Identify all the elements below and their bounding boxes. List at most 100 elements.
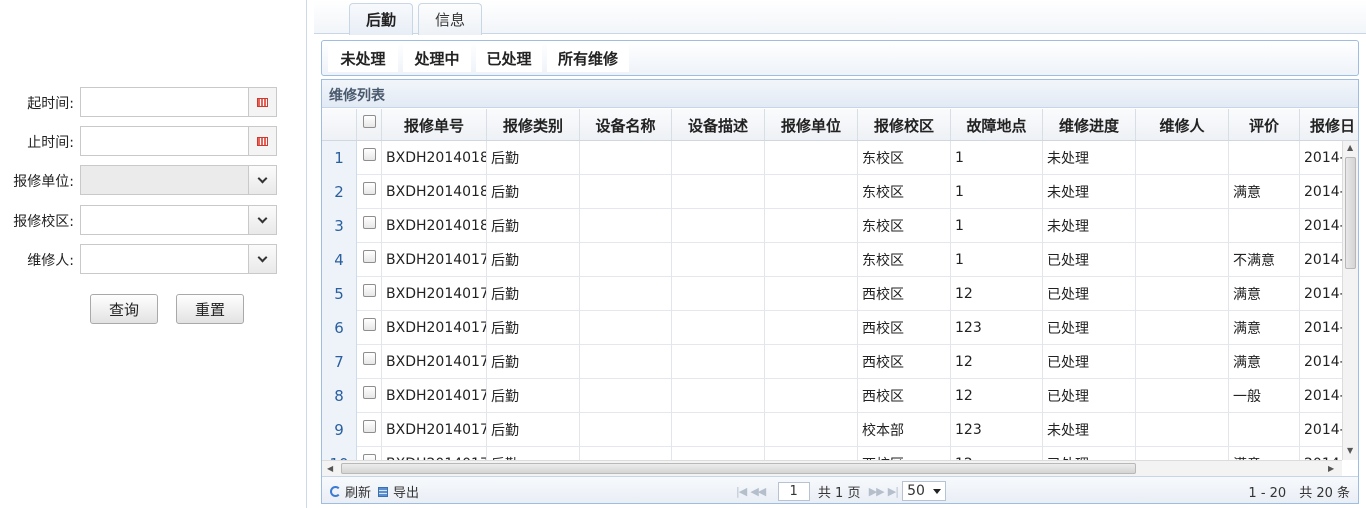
order-number-cell: BXDH2014017 <box>382 311 487 345</box>
row-checkbox[interactable] <box>357 311 382 345</box>
scroll-down-icon[interactable]: ▼ <box>1347 446 1353 455</box>
export-button[interactable]: 导出 <box>378 482 419 501</box>
report-date-cell: 2014- <box>1300 209 1342 243</box>
tab-logistics[interactable]: 后勤 <box>349 3 413 35</box>
horizontal-scroll-thumb[interactable] <box>341 463 1136 474</box>
status-button-processing[interactable]: 处理中 <box>403 44 471 72</box>
end-time-row: 止时间: <box>0 126 300 156</box>
row-number: 3 <box>322 209 357 243</box>
category-cell: 后勤 <box>487 243 580 277</box>
location-cell: 123 <box>951 311 1043 345</box>
vertical-scroll-thumb[interactable] <box>1345 157 1356 269</box>
scroll-left-icon[interactable]: ◀ <box>327 464 333 473</box>
col-rating[interactable]: 评价 <box>1229 109 1300 140</box>
col-category[interactable]: 报修类别 <box>487 109 580 140</box>
col-device-name[interactable]: 设备名称 <box>580 109 672 140</box>
table-row[interactable]: 8 BXDH2014017 后勤 西校区 12 已处理 一般 2014- <box>322 379 1342 413</box>
col-campus[interactable]: 报修校区 <box>858 109 951 140</box>
row-checkbox[interactable] <box>357 175 382 209</box>
order-number-cell: BXDH2014018 <box>382 175 487 209</box>
select-all-checkbox[interactable] <box>357 109 382 140</box>
rating-cell <box>1229 209 1300 243</box>
prev-page-icon[interactable]: ◀◀ <box>750 485 766 498</box>
reset-button[interactable]: 重置 <box>176 294 244 324</box>
repairer-row: 维修人: <box>0 244 300 274</box>
campus-select[interactable] <box>80 205 277 235</box>
scroll-right-icon[interactable]: ▶ <box>1328 464 1334 473</box>
row-checkbox[interactable] <box>357 345 382 379</box>
device-name-cell <box>580 243 672 277</box>
location-cell: 12 <box>951 379 1043 413</box>
export-label[interactable]: 导出 <box>393 482 419 501</box>
row-checkbox[interactable] <box>357 243 382 277</box>
table-row[interactable]: 7 BXDH2014017 后勤 西校区 12 已处理 满意 2014- <box>322 345 1342 379</box>
unit-cell <box>765 141 858 175</box>
category-cell: 后勤 <box>487 345 580 379</box>
order-number-cell: BXDH2014017 <box>382 345 487 379</box>
progress-cell: 已处理 <box>1043 311 1136 345</box>
row-checkbox[interactable] <box>357 447 382 460</box>
table-row[interactable]: 6 BXDH2014017 后勤 西校区 123 已处理 满意 2014- <box>322 311 1342 345</box>
refresh-label[interactable]: 刷新 <box>345 482 371 501</box>
progress-cell: 已处理 <box>1043 243 1136 277</box>
report-date-cell: 2014- <box>1300 243 1342 277</box>
unit-label: 报修单位: <box>13 174 74 190</box>
repairer-cell <box>1136 379 1229 413</box>
col-order-number[interactable]: 报修单号 <box>382 109 487 140</box>
table-row[interactable]: 9 BXDH2014017 后勤 校本部 123 未处理 2014- <box>322 413 1342 447</box>
chevron-down-icon[interactable] <box>248 245 276 273</box>
unit-cell <box>765 311 858 345</box>
col-progress[interactable]: 维修进度 <box>1043 109 1136 140</box>
start-time-row: 起时间: <box>0 87 300 117</box>
row-checkbox[interactable] <box>357 413 382 447</box>
next-page-icon[interactable]: ▶▶ <box>869 485 885 498</box>
table-row[interactable]: 3 BXDH2014018 后勤 东校区 1 未处理 2014- <box>322 209 1342 243</box>
page-number-input[interactable]: 1 <box>777 481 810 501</box>
chevron-down-icon[interactable] <box>248 206 276 234</box>
col-location[interactable]: 故障地点 <box>951 109 1043 140</box>
col-unit[interactable]: 报修单位 <box>765 109 858 140</box>
unit-select[interactable] <box>80 165 277 195</box>
repairer-cell <box>1136 141 1229 175</box>
col-repairer[interactable]: 维修人 <box>1136 109 1229 140</box>
repairer-cell <box>1136 311 1229 345</box>
calendar-icon[interactable] <box>248 127 276 155</box>
table-row[interactable]: 10 BXDH2014017后勤 西校区12已处理 满意2014- <box>322 447 1342 460</box>
pagination-bar: 刷新 导出 |◀ ◀◀ 1 共 1 页 ▶▶ ▶| 50 1 - 20 共 20… <box>322 476 1358 503</box>
status-button-processed[interactable]: 已处理 <box>476 44 542 72</box>
last-page-icon[interactable]: ▶| <box>888 485 899 498</box>
unit-row: 报修单位: <box>0 165 300 195</box>
campus-row: 报修校区: <box>0 205 300 235</box>
refresh-button[interactable]: 刷新 <box>330 482 371 501</box>
col-device-desc[interactable]: 设备描述 <box>672 109 765 140</box>
search-button[interactable]: 查询 <box>90 294 158 324</box>
device-name-cell <box>580 413 672 447</box>
row-checkbox[interactable] <box>357 141 382 175</box>
status-button-unprocessed[interactable]: 未处理 <box>328 44 398 72</box>
table-row[interactable]: 2 BXDH2014018 后勤 东校区 1 未处理 满意 2014- <box>322 175 1342 209</box>
start-time-input[interactable] <box>80 87 277 117</box>
chevron-down-icon[interactable] <box>248 166 276 194</box>
repairer-select[interactable] <box>80 244 277 274</box>
unit-cell <box>765 277 858 311</box>
row-checkbox[interactable] <box>357 277 382 311</box>
table-row[interactable]: 5 BXDH2014017 后勤 西校区 12 已处理 满意 2014- <box>322 277 1342 311</box>
scroll-up-icon[interactable]: ▲ <box>1347 143 1353 152</box>
table-row[interactable]: 4 BXDH2014017 后勤 东校区 1 已处理 不满意 2014- <box>322 243 1342 277</box>
horizontal-scrollbar[interactable]: ◀ ▶ <box>322 460 1342 476</box>
table-row[interactable]: 1 BXDH2014018 后勤 东校区 1 未处理 2014- <box>322 141 1342 175</box>
vertical-scrollbar[interactable]: ▲ ▼ <box>1342 141 1358 460</box>
col-report-date[interactable]: 报修日 <box>1300 109 1358 140</box>
first-page-icon[interactable]: |◀ <box>736 485 747 498</box>
device-desc-cell <box>672 243 765 277</box>
tab-info[interactable]: 信息 <box>418 3 482 35</box>
report-date-cell: 2014- <box>1300 345 1342 379</box>
row-checkbox[interactable] <box>357 379 382 413</box>
page-size-select[interactable]: 50 <box>902 481 947 501</box>
end-time-input[interactable] <box>80 126 277 156</box>
calendar-icon[interactable] <box>248 88 276 116</box>
rating-cell: 满意 <box>1229 447 1300 460</box>
row-checkbox[interactable] <box>357 209 382 243</box>
status-button-all[interactable]: 所有维修 <box>547 44 629 72</box>
status-filter-bar: 未处理 处理中 已处理 所有维修 <box>321 40 1359 76</box>
